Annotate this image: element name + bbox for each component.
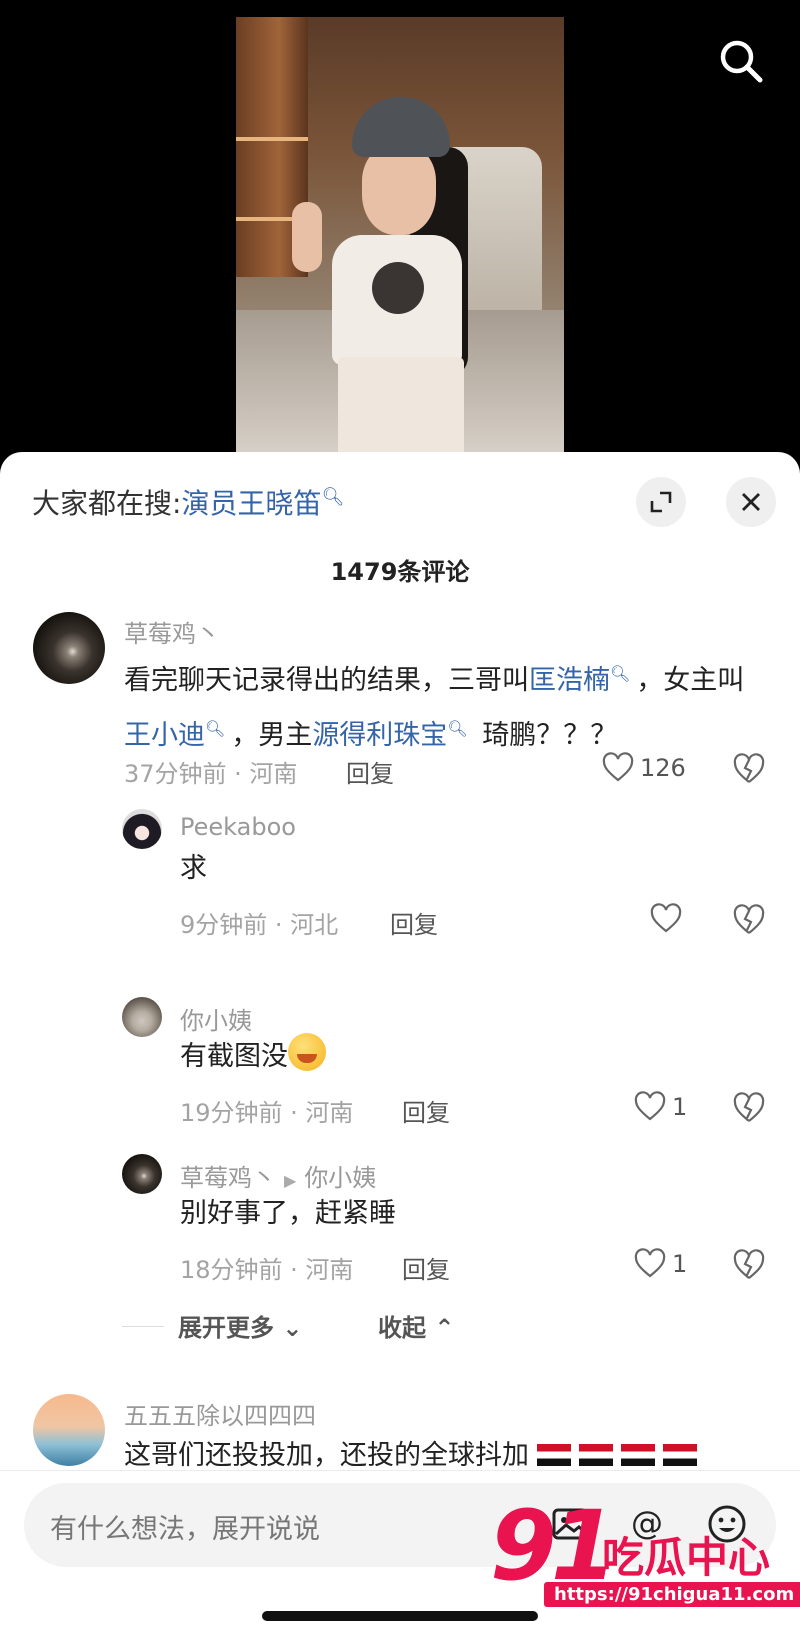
comment-item: 草莓鸡丶 看完聊天记录得出的结果，三哥叫匡浩楠🔍︎ ，女主叫王小迪🔍︎ ，男主源得利… [0, 612, 800, 802]
reply-username[interactable]: 草莓鸡丶 ▶ 你小姨 [180, 1158, 376, 1193]
like-button[interactable]: 1 [634, 1248, 687, 1280]
avatar[interactable] [33, 1394, 105, 1466]
watermark: 91 吃瓜中心 https://91chigua11.com [490, 1490, 800, 1620]
trending-prefix: 大家都在搜: [32, 487, 182, 520]
keyword-link[interactable]: 源得利珠宝 [312, 720, 447, 751]
heart-icon [602, 752, 634, 782]
video-frame[interactable] [236, 17, 564, 460]
search-icon[interactable] [716, 36, 766, 86]
trending-search[interactable]: 大家都在搜:演员王晓笛🔍︎ [32, 482, 344, 522]
like-count: 126 [640, 754, 686, 782]
reply-target[interactable]: 你小姨 [304, 1164, 376, 1192]
broken-heart-icon[interactable] [732, 1248, 766, 1282]
like-button[interactable] [650, 903, 688, 935]
reply-text: 有截图没 [180, 1033, 326, 1081]
wink-tongue-emoji-icon [288, 1033, 326, 1071]
chevron-down-icon: ⌄ [282, 1314, 303, 1342]
reply-button[interactable]: 回复 [346, 754, 394, 789]
chevron-up-icon: ⌃ [434, 1314, 455, 1342]
heart-icon [634, 1248, 666, 1278]
avatar[interactable] [33, 612, 105, 684]
avatar[interactable] [122, 809, 162, 849]
reply-item: 草莓鸡丶 ▶ 你小姨 别好事了，赶紧睡 18分钟前 · 河南 回复 1 [0, 1154, 800, 1304]
text-segment: 看完聊天记录得出的结果，三哥叫 [124, 665, 529, 696]
like-count: 1 [672, 1250, 688, 1278]
reply-item: 你小姨 有截图没 19分钟前 · 河南 回复 1 [0, 997, 800, 1147]
keyword-link[interactable]: 王小迪 [124, 720, 205, 751]
expand-more-label: 展开更多 [178, 1314, 274, 1342]
trending-term[interactable]: 演员王晓笛 [181, 487, 321, 520]
expand-icon[interactable] [636, 477, 686, 527]
person-skirt [338, 357, 464, 460]
comment-username[interactable]: 草莓鸡丶 [124, 614, 220, 649]
reply-time-location: 9分钟前 · 河北 [180, 911, 339, 939]
comment-time-location: 37分钟前 · 河南 [124, 760, 298, 788]
broken-heart-icon[interactable] [732, 903, 766, 937]
thread-divider [122, 1326, 164, 1327]
keyword-link[interactable]: 匡浩楠 [529, 665, 610, 696]
text-segment: ，男主 [231, 720, 313, 751]
like-button[interactable]: 1 [634, 1091, 687, 1123]
collapse-label: 收起 [378, 1314, 426, 1342]
watermark-url: https://91chigua11.com [544, 1582, 800, 1607]
close-icon[interactable] [726, 477, 776, 527]
comment-username[interactable]: 五五五除以四四四 [124, 1396, 316, 1431]
reply-username[interactable]: 你小姨 [180, 1001, 252, 1036]
video-person [292, 87, 468, 460]
person-cap [352, 97, 450, 157]
avatar[interactable] [122, 997, 162, 1037]
heart-icon [634, 1091, 666, 1121]
reply-arrow-icon: ▶ [284, 1171, 297, 1190]
reply-text: 别好事了，赶紧睡 [180, 1198, 396, 1229]
reply-button[interactable]: 回复 [390, 905, 438, 940]
text-segment: 琦鹏？？？ [473, 720, 618, 751]
collapse-button[interactable]: 收起 ⌃ [378, 1308, 454, 1343]
search-mini-icon: 🔍︎ [321, 486, 345, 508]
reply-author[interactable]: 草莓鸡丶 [180, 1164, 276, 1192]
comment-text: 看完聊天记录得出的结果，三哥叫匡浩楠🔍︎ ，女主叫王小迪🔍︎ ，男主源得利珠宝🔍︎ … [124, 650, 764, 760]
video-area[interactable] [0, 0, 800, 460]
comment-text-content: 这哥们还投投加，还投的全球抖加 [124, 1440, 529, 1471]
reply-button[interactable]: 回复 [402, 1093, 450, 1128]
person-hand [292, 202, 322, 272]
search-mini-icon: 🔍︎ [610, 664, 631, 683]
watermark-name: 吃瓜中心 [602, 1533, 771, 1582]
reply-button[interactable]: 回复 [402, 1250, 450, 1285]
heart-icon [650, 903, 682, 933]
reply-item: Peekaboo 求 9分钟前 · 河北 回复 [0, 809, 800, 959]
reply-time-location: 19分钟前 · 河南 [180, 1099, 354, 1127]
comment-sheet: 大家都在搜:演员王晓笛🔍︎ 1479条评论 草莓鸡丶 看完聊天记录得出的结果，三… [0, 452, 800, 1633]
reply-text-content: 有截图没 [180, 1041, 288, 1072]
avatar[interactable] [122, 1154, 162, 1194]
reply-text: 求 [180, 853, 207, 884]
search-mini-icon: 🔍︎ [447, 719, 468, 738]
search-mini-icon: 🔍︎ [205, 719, 226, 738]
text-segment: ，女主叫 [636, 665, 745, 696]
expand-more-button[interactable]: 展开更多 ⌄ [178, 1308, 302, 1343]
thread-controls: 展开更多 ⌄ 收起 ⌃ [0, 1308, 800, 1348]
person-face [362, 145, 436, 235]
reply-time-location: 18分钟前 · 河南 [180, 1256, 354, 1284]
reply-username[interactable]: Peekaboo [180, 813, 296, 841]
broken-heart-icon[interactable] [732, 752, 766, 786]
broken-heart-icon[interactable] [732, 1091, 766, 1125]
like-count: 1 [672, 1093, 688, 1121]
comment-count: 1479条评论 [330, 558, 470, 586]
input-placeholder: 有什么想法，展开说说 [50, 1514, 320, 1545]
shirt-print [372, 262, 424, 314]
like-button[interactable]: 126 [602, 752, 686, 784]
